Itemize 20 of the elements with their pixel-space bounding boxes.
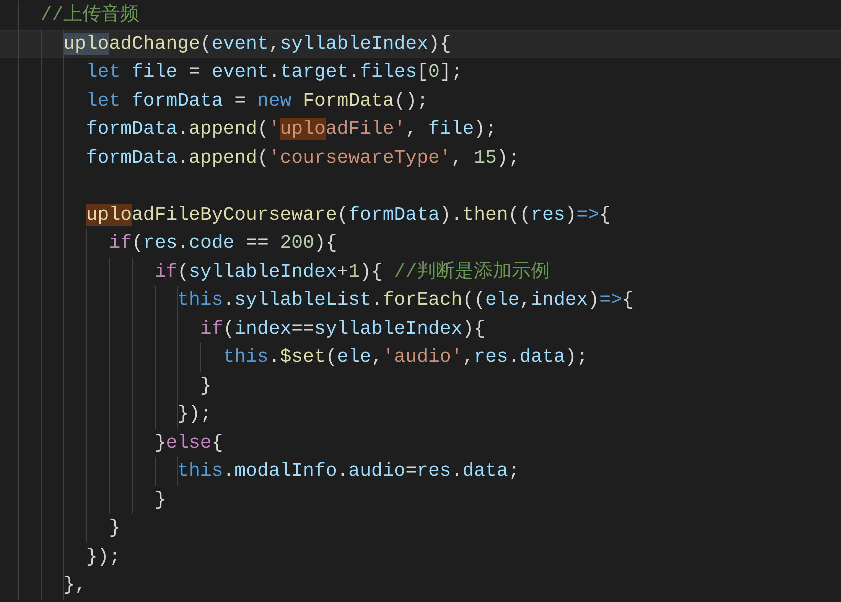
code-line: }else{ [154, 430, 224, 456]
code-line: let file = event.target.files[0]; [86, 60, 463, 85]
code-line: this.modalInfo.audio=res.data; [178, 459, 520, 484]
code-line: formData.append('uploadFile', file); [86, 117, 497, 142]
code-line: } [154, 488, 166, 512]
code-line: uploadFileByCourseware(formData).then((res)=>{ [86, 202, 611, 228]
code-line: }); [178, 402, 212, 427]
code-line: } [109, 516, 121, 541]
code-line: }); [86, 544, 121, 570]
code-line: } [200, 374, 212, 398]
code-line: if(syllableIndex+1){ //判断是添加示例 [154, 260, 550, 284]
code-line: }, [64, 573, 86, 598]
code-line: //上传音频 [40, 3, 140, 28]
code-line: this.syllableList.forEach((ele,index)=>{ [178, 288, 634, 313]
code-line: uploadChange(event,syllableIndex){ [64, 32, 452, 56]
code-line: this.$set(ele,'audio',res.data); [223, 345, 588, 370]
code-line: formData.append('coursewareType', 15); [86, 146, 520, 170]
code-line: if(res.code == 200){ [109, 231, 338, 256]
code-line: let formData = new FormData(); [86, 88, 429, 114]
code-line: if(index==syllableIndex){ [200, 316, 486, 342]
